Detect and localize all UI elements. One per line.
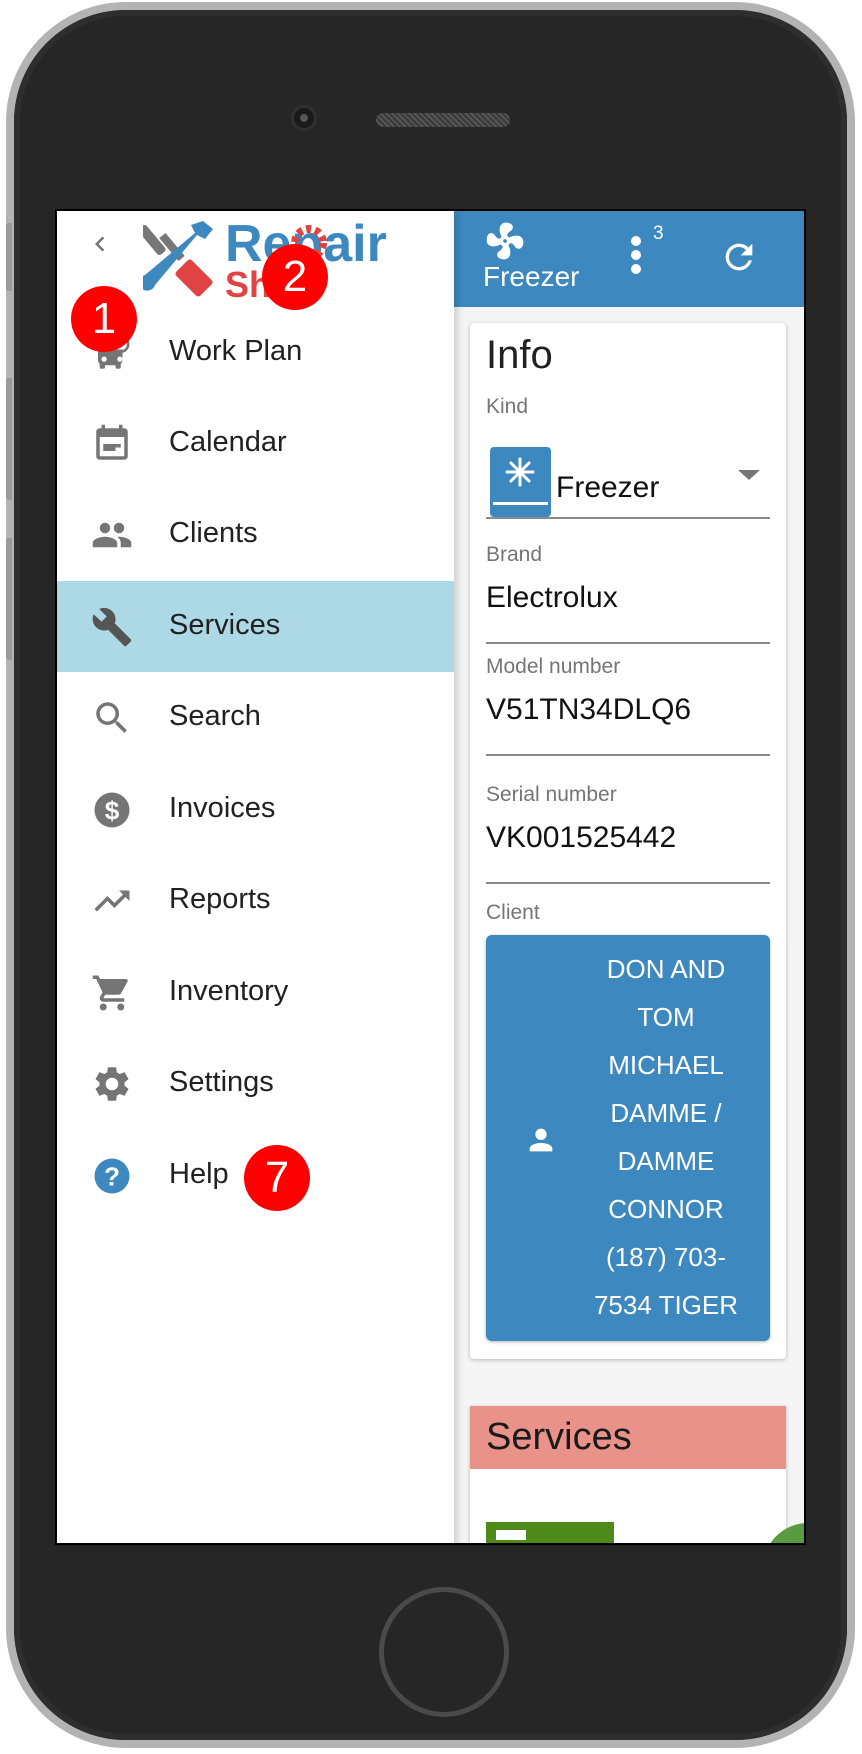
- cart-icon: [92, 975, 128, 1011]
- app-bar: Freezer 3: [453, 211, 804, 307]
- nav-item-clients[interactable]: Clients: [57, 489, 454, 580]
- nav-label: Help: [169, 1158, 229, 1190]
- serial-underline: [486, 882, 770, 884]
- client-name: DON AND TOM MICHAEL DAMME / DAMME CONNOR…: [576, 945, 756, 1329]
- client-button[interactable]: DON AND TOM MICHAEL DAMME / DAMME CONNOR…: [486, 935, 770, 1341]
- wrench-icon: [92, 607, 132, 647]
- earpiece-speaker: [376, 113, 510, 127]
- nav-label: Search: [169, 700, 261, 732]
- nav-label: Clients: [169, 517, 258, 549]
- side-button-volume-down: [6, 538, 12, 660]
- nav-label: Inventory: [169, 975, 289, 1007]
- nav-item-services[interactable]: Services: [57, 581, 454, 672]
- services-card: Services: [470, 1406, 786, 1543]
- info-card: Info Kind Freezer Brand Electrolux Model…: [470, 323, 786, 1359]
- navigation-drawer: Repair Sh Work Plan Calendar Clients Ser…: [57, 211, 454, 1543]
- nav-item-invoices[interactable]: $ Invoices: [57, 764, 454, 855]
- svg-text:?: ?: [104, 1162, 120, 1192]
- app-screen: Freezer 3 Info Kind Freezer Brand Electr…: [55, 209, 806, 1545]
- brand-label: Brand: [486, 543, 543, 566]
- client-label: Client: [486, 901, 540, 924]
- serial-label: Serial number: [486, 783, 617, 806]
- nav-item-search[interactable]: Search: [57, 672, 454, 763]
- nav-item-calendar[interactable]: Calendar: [57, 398, 454, 489]
- page-title: Freezer: [483, 261, 580, 292]
- kind-select[interactable]: Freezer: [556, 471, 659, 505]
- nav-item-inventory[interactable]: Inventory: [57, 947, 454, 1038]
- kind-label: Kind: [486, 395, 529, 418]
- nav-item-reports[interactable]: Reports: [57, 855, 454, 946]
- client-line: DAMME /: [610, 1098, 722, 1128]
- model-input[interactable]: V51TN34DLQ6: [486, 693, 691, 727]
- nav-label: Reports: [169, 883, 271, 915]
- calendar-icon: [96, 424, 128, 460]
- help-circle-icon: ?: [94, 1158, 130, 1194]
- brand-input[interactable]: Electrolux: [486, 581, 618, 615]
- client-line: 7534 TIGER: [593, 1290, 739, 1320]
- serial-input[interactable]: VK001525442: [486, 821, 676, 855]
- home-button[interactable]: [379, 1587, 509, 1717]
- person-icon: [529, 1128, 553, 1152]
- side-button-mute: [6, 223, 12, 291]
- nav-label: Calendar: [169, 426, 287, 458]
- model-label: Model number: [486, 655, 621, 678]
- client-line: TOM: [637, 1002, 695, 1032]
- client-line: DON AND: [606, 954, 726, 984]
- client-line: DAMME: [617, 1146, 715, 1176]
- menu-count-badge: 3: [653, 223, 664, 244]
- more-vert-icon[interactable]: [629, 235, 643, 275]
- people-icon: [92, 522, 132, 548]
- nav-label: Invoices: [169, 792, 276, 824]
- model-underline: [486, 754, 770, 756]
- kind-underline: [486, 517, 770, 519]
- refresh-icon[interactable]: [719, 237, 759, 277]
- nav-label: Work Plan: [169, 335, 303, 367]
- fan-icon: [486, 222, 524, 260]
- client-line: (187) 703-: [606, 1242, 726, 1272]
- trending-up-icon: [94, 890, 130, 912]
- client-line: MICHAEL: [608, 1050, 724, 1080]
- nav-label: Settings: [169, 1066, 274, 1098]
- dollar-circle-icon: $: [94, 792, 130, 828]
- dropdown-arrow-icon[interactable]: [738, 470, 760, 480]
- nav-item-settings[interactable]: Settings: [57, 1038, 454, 1129]
- search-icon: [96, 702, 127, 733]
- step-badge-7: 7: [244, 1145, 310, 1211]
- services-title: Services: [486, 1416, 632, 1458]
- info-title: Info: [486, 333, 553, 377]
- svg-text:$: $: [105, 796, 120, 826]
- brand-underline: [486, 642, 770, 644]
- chevron-left-icon[interactable]: [85, 229, 115, 259]
- step-badge-1: 1: [71, 286, 137, 352]
- nav-label: Services: [169, 609, 281, 641]
- side-button-volume-up: [6, 378, 12, 500]
- services-header: Services: [470, 1406, 786, 1469]
- step-badge-2: 2: [262, 244, 328, 310]
- add-service-button[interactable]: [486, 1522, 614, 1543]
- client-line: CONNOR: [608, 1194, 724, 1224]
- freezer-icon: [490, 447, 551, 517]
- gear-icon: [95, 1067, 129, 1101]
- front-camera: [294, 108, 314, 128]
